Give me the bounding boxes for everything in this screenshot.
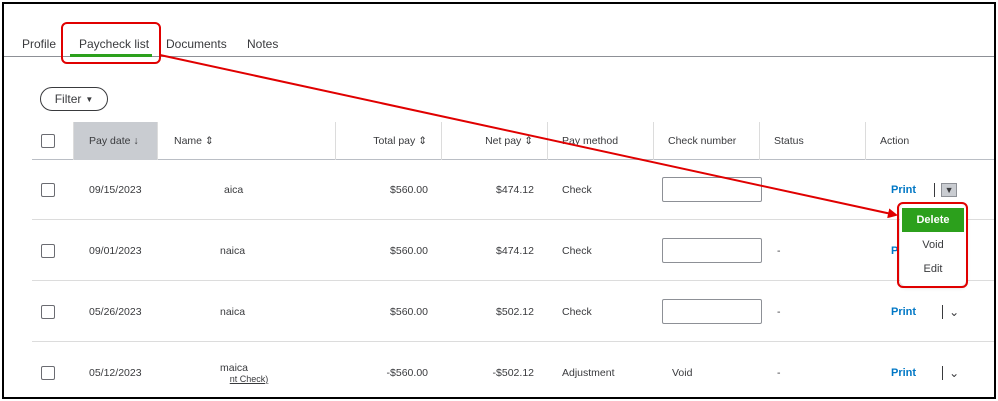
pay-method-cell: Check xyxy=(562,305,592,318)
pay-method-cell: Check xyxy=(562,183,592,196)
table-row: 09/15/2023 aica $560.00 $474.12 Check Pr… xyxy=(32,160,994,220)
table-row: 05/26/2023 naica $560.00 $502.12 Check -… xyxy=(32,282,994,342)
header-pay-method: Pay method xyxy=(548,122,654,160)
annotation-highlight-tab xyxy=(61,22,161,64)
name-cell[interactable]: naica xyxy=(220,282,245,341)
filter-label: Filter xyxy=(54,92,82,106)
pay-date-cell: 09/15/2023 xyxy=(89,183,142,196)
tab-profile[interactable]: Profile xyxy=(22,37,56,51)
row-checkbox[interactable] xyxy=(41,182,55,197)
chevron-down-icon[interactable]: ⌄ xyxy=(949,305,959,319)
print-link[interactable]: Print xyxy=(891,367,916,379)
table-row: 05/12/2023 maica nt Check) -$560.00 -$50… xyxy=(32,343,994,397)
name-cell[interactable]: aica xyxy=(224,160,243,219)
header-status: Status xyxy=(760,122,866,160)
tab-documents[interactable]: Documents xyxy=(166,37,227,51)
pay-date-cell: 05/12/2023 xyxy=(89,366,142,379)
print-link[interactable]: Print xyxy=(891,184,916,196)
action-cell: Print ⌄ xyxy=(891,282,959,341)
check-number-input[interactable] xyxy=(662,299,762,324)
header-check-number: Check number xyxy=(654,122,760,160)
check-number-input[interactable] xyxy=(662,177,762,202)
check-number-cell xyxy=(662,282,762,341)
row-checkbox[interactable] xyxy=(41,243,55,258)
table-header: Pay date ↓ Name ⇕ Total pay ⇕ Net pay ⇕ … xyxy=(32,122,994,160)
chevron-down-icon[interactable]: ⌄ xyxy=(949,366,959,380)
total-pay-cell: -$560.00 xyxy=(386,366,428,379)
status-cell: - xyxy=(777,366,781,379)
name-cell[interactable]: naica xyxy=(220,221,245,280)
action-cell: Print ⌄ xyxy=(891,343,959,397)
row-checkbox[interactable] xyxy=(41,365,55,380)
status-cell: - xyxy=(777,305,781,318)
pay-method-cell: Adjustment xyxy=(562,366,615,379)
net-pay-cell: -$502.12 xyxy=(492,366,534,379)
row-checkbox-cell xyxy=(41,221,55,280)
select-all-checkbox[interactable] xyxy=(41,134,55,148)
action-divider xyxy=(934,182,936,197)
net-pay-cell: $474.12 xyxy=(496,244,534,257)
filter-button[interactable]: Filter ▼ xyxy=(40,87,108,111)
pay-method-cell: Check xyxy=(562,244,592,257)
row-checkbox-cell xyxy=(41,343,55,397)
total-pay-cell: $560.00 xyxy=(390,244,428,257)
total-pay-cell: $560.00 xyxy=(390,183,428,196)
net-pay-cell: $474.12 xyxy=(496,183,534,196)
check-number-cell xyxy=(662,221,762,280)
action-divider xyxy=(942,304,944,319)
check-number-cell: Void xyxy=(672,366,693,379)
row-checkbox[interactable] xyxy=(41,304,55,319)
row-checkbox-cell xyxy=(41,282,55,341)
net-pay-cell: $502.12 xyxy=(496,305,534,318)
header-name[interactable]: Name ⇕ xyxy=(158,122,336,160)
check-number-cell xyxy=(662,160,762,219)
annotation-highlight-menu xyxy=(897,202,968,288)
status-cell: - xyxy=(777,244,781,257)
header-pay-date[interactable]: Pay date ↓ xyxy=(74,122,158,160)
header-net-pay[interactable]: Net pay ⇕ xyxy=(442,122,548,160)
name-subtext: nt Check) xyxy=(229,373,269,384)
action-divider xyxy=(942,365,944,380)
header-action: Action xyxy=(880,135,910,147)
tab-notes[interactable]: Notes xyxy=(247,37,278,51)
print-link[interactable]: Print xyxy=(891,306,916,318)
name-cell[interactable]: maica nt Check) xyxy=(174,343,274,397)
pay-date-cell: 09/01/2023 xyxy=(89,244,142,257)
pay-date-cell: 05/26/2023 xyxy=(89,305,142,318)
name-text: maica xyxy=(219,361,248,374)
check-number-input[interactable] xyxy=(662,238,762,263)
paycheck-list-page: Profile Paycheck list Documents Notes Fi… xyxy=(2,2,996,399)
row-checkbox-cell xyxy=(41,160,55,219)
header-select-cell xyxy=(32,122,74,160)
header-total-pay[interactable]: Total pay ⇕ xyxy=(336,122,442,160)
total-pay-cell: $560.00 xyxy=(390,305,428,318)
chevron-down-icon[interactable]: ▼ xyxy=(941,182,958,197)
table-row: 09/01/2023 naica $560.00 $474.12 Check -… xyxy=(32,221,994,281)
caret-down-icon: ▼ xyxy=(85,94,94,104)
